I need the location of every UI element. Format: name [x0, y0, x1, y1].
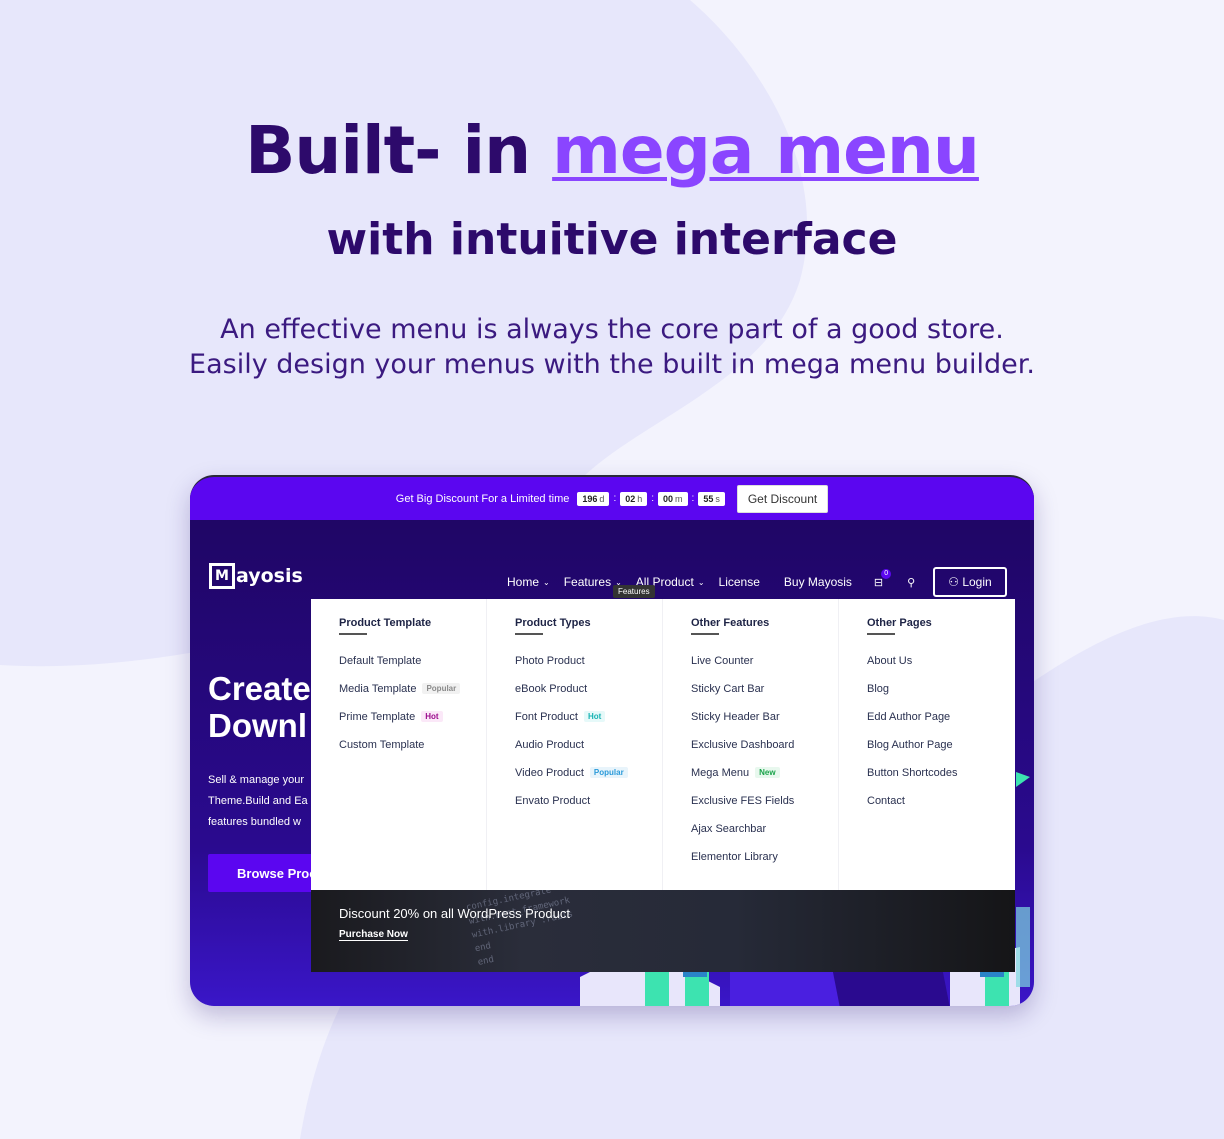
hero-title: Create Downl	[208, 670, 311, 744]
mega-menu-item[interactable]: Video Product Popular	[515, 767, 662, 795]
menu-item-label: Contact	[867, 795, 905, 807]
mega-menu-column-title: Other Features	[691, 617, 770, 629]
mega-menu-footer: config.integrate with.best_framework with.…	[311, 890, 1015, 972]
headline-accent: mega menu	[552, 112, 980, 189]
mega-menu-item[interactable]: Mega Menu New	[691, 767, 838, 795]
menu-item-label: Sticky Header Bar	[691, 711, 780, 723]
cart-count-badge: 0	[881, 568, 892, 579]
cart-icon: ⊟	[873, 576, 884, 589]
menu-item-label: Prime Template	[339, 711, 416, 723]
menu-item-badge: Popular	[422, 683, 461, 694]
mega-menu: Product Template Default Template Media Te…	[311, 599, 1015, 972]
mega-menu-item[interactable]: Photo Product	[515, 655, 662, 683]
description-line: An effective menu is always the core par…	[220, 314, 1004, 345]
menu-item-label: Live Counter	[691, 655, 754, 667]
column-title-underline	[515, 633, 543, 635]
menu-item-label: Default Template	[339, 655, 422, 667]
page-headline: Built- in mega menu	[0, 112, 1224, 189]
mega-menu-item[interactable]: Default Template	[339, 655, 486, 683]
mega-menu-item[interactable]: Media Template Popular	[339, 683, 486, 711]
page-subheading: with intuitive interface	[326, 214, 898, 265]
site-logo[interactable]: M ayosis	[209, 563, 303, 589]
mega-menu-column: Product Types Photo Product eBook Product F…	[487, 599, 663, 890]
mega-menu-item[interactable]: Live Counter	[691, 655, 838, 683]
column-title-underline	[691, 633, 719, 635]
mega-menu-column-title: Product Template	[339, 617, 432, 629]
menu-item-badge: New	[755, 767, 780, 778]
mega-menu-column: Other Pages About Us Blog Edd Author Page Bl…	[839, 599, 1015, 890]
menu-item-label: Video Product	[515, 767, 584, 779]
user-icon: ⚇	[948, 575, 959, 589]
menu-item-label: Photo Product	[515, 655, 585, 667]
menu-item-label: Blog	[867, 683, 890, 695]
search-icon[interactable]: ⚲	[907, 576, 915, 589]
column-title-underline	[867, 633, 895, 635]
mega-menu-column-title: Product Types	[515, 617, 591, 629]
mega-menu-item[interactable]: About Us	[867, 655, 1015, 683]
logo-mark: M	[209, 563, 235, 589]
menu-item-label: Exclusive FES Fields	[691, 795, 795, 807]
mega-menu-item[interactable]: Sticky Cart Bar	[691, 683, 838, 711]
menu-item-label: Media Template	[339, 683, 417, 695]
column-title-underline	[339, 633, 367, 635]
description-line: Easily design your menus with the built …	[189, 349, 1035, 380]
logo-text: ayosis	[236, 565, 303, 587]
page-description: An effective menu is always the core par…	[0, 312, 1224, 382]
code-background-image: config.integrate with.best_framework with.…	[465, 890, 574, 968]
features-tooltip: Features	[613, 585, 655, 598]
menu-item-label: Elementor Library	[691, 851, 778, 863]
mega-menu-item[interactable]: Font Product Hot	[515, 711, 662, 739]
site-preview: Get Big Discount For a Limited time 196 d…	[190, 475, 1034, 1006]
menu-item-label: Envato Product	[515, 795, 591, 807]
mega-menu-item[interactable]: Button Shortcodes	[867, 767, 1015, 795]
mega-menu-item[interactable]: Blog	[867, 683, 1015, 711]
mega-menu-item[interactable]: Prime Template Hot	[339, 711, 486, 739]
mega-menu-item[interactable]: eBook Product	[515, 683, 662, 711]
mega-menu-item[interactable]: Exclusive FES Fields	[691, 795, 838, 823]
cart-button[interactable]: ⊟ 0	[873, 568, 892, 589]
hero-text: Sell & manage your Theme.Build and Ea fe…	[208, 774, 308, 828]
mega-menu-column: Product Template Default Template Media Te…	[311, 599, 487, 890]
chevron-down-icon: ⌄	[697, 577, 705, 587]
menu-item-label: Sticky Cart Bar	[691, 683, 765, 695]
mega-menu-item[interactable]: Blog Author Page	[867, 739, 1015, 767]
mega-menu-columns: Product Template Default Template Media Te…	[311, 599, 1015, 890]
menu-item-label: Audio Product	[515, 739, 585, 751]
menu-item-badge: Popular	[589, 767, 628, 778]
menu-item-label: About Us	[867, 655, 913, 667]
menu-item-label: Button Shortcodes	[867, 767, 958, 779]
purchase-now-link[interactable]: Purchase Now	[339, 929, 408, 941]
chevron-down-icon: ⌄	[543, 577, 550, 587]
mega-menu-item[interactable]: Ajax Searchbar	[691, 823, 838, 851]
headline-prefix: Built- in	[245, 112, 553, 189]
menu-item-label: Font Product	[515, 711, 578, 723]
menu-item-label: Custom Template	[339, 739, 425, 751]
mega-menu-item[interactable]: Envato Product	[515, 795, 662, 823]
nav-item-license[interactable]: License	[719, 575, 760, 589]
mega-menu-item[interactable]: Audio Product	[515, 739, 662, 767]
menu-item-badge: Hot	[421, 711, 443, 722]
menu-item-badge: Hot	[583, 711, 606, 722]
menu-item-label: Ajax Searchbar	[691, 823, 767, 835]
menu-item-label: Exclusive Dashboard	[691, 739, 795, 751]
mega-menu-column-title: Other Pages	[867, 617, 932, 629]
login-button[interactable]: ⚇ Login	[933, 567, 1007, 597]
mega-menu-item[interactable]: Elementor Library	[691, 851, 838, 879]
mega-menu-item[interactable]: Edd Author Page	[867, 711, 1015, 739]
nav-item-buy-mayosis[interactable]: Buy Mayosis	[784, 575, 852, 589]
nav-item-home[interactable]: Home ⌄	[507, 575, 550, 589]
mega-menu-item[interactable]: Exclusive Dashboard	[691, 739, 838, 767]
menu-item-label: Edd Author Page	[867, 711, 951, 723]
menu-item-label: Mega Menu	[691, 767, 750, 779]
mega-menu-item[interactable]: Contact	[867, 795, 1015, 823]
menu-item-label: eBook Product	[515, 683, 588, 695]
mega-footer-text: Discount 20% on all WordPress Product	[339, 906, 570, 921]
mega-menu-column: Other Features Live Counter Sticky Cart Ba…	[663, 599, 839, 890]
menu-item-label: Blog Author Page	[867, 739, 953, 751]
mega-menu-item[interactable]: Custom Template	[339, 739, 486, 767]
main-nav: Home ⌄ Features ⌄ All Product ⌄ License …	[507, 567, 1007, 597]
mega-menu-item[interactable]: Sticky Header Bar	[691, 711, 838, 739]
